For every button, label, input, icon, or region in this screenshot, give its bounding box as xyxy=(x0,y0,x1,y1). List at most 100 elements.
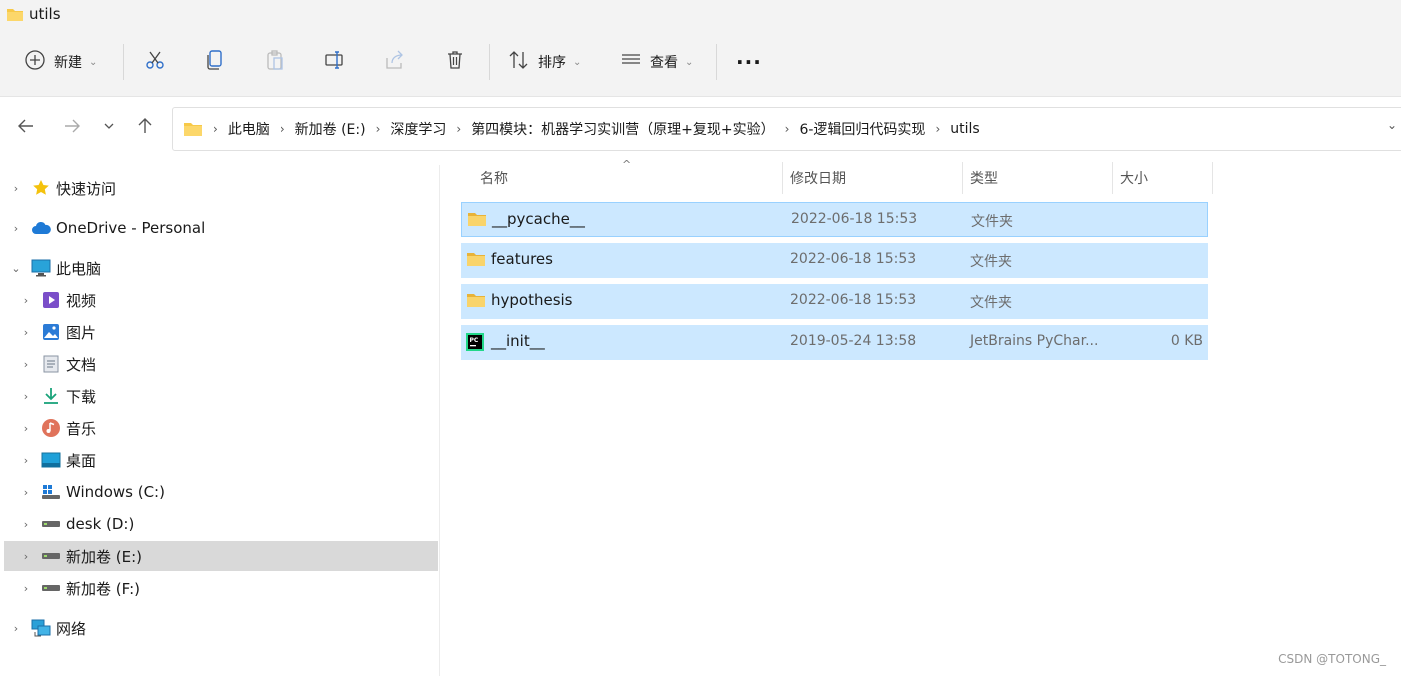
chevron-right-icon[interactable]: › xyxy=(19,581,33,595)
svg-text:PC: PC xyxy=(470,337,479,344)
chevron-right-icon[interactable]: › xyxy=(19,325,33,339)
column-header-size[interactable]: 大小 xyxy=(1120,160,1148,196)
breadcrumb-item[interactable]: 第四模块：机器学习实训营（原理+复现+实验） xyxy=(471,119,774,139)
divider xyxy=(123,44,124,80)
sidebar-item-label: Windows (C:) xyxy=(66,483,165,501)
chevron-down-icon xyxy=(103,120,115,136)
sidebar-item-label: 桌面 xyxy=(66,451,97,470)
file-row[interactable]: hypothesis 2022-06-18 15:53 文件夹 xyxy=(461,284,1208,319)
rename-button[interactable] xyxy=(324,44,346,80)
breadcrumb-item[interactable]: 6-逻辑回归代码实现 xyxy=(799,119,925,139)
download-icon xyxy=(41,386,61,406)
chevron-right-icon[interactable]: › xyxy=(9,181,23,195)
sidebar-item-downloads[interactable]: › 下载 xyxy=(4,381,438,411)
view-button[interactable]: 查看 ⌄ xyxy=(620,44,693,80)
chevron-right-icon[interactable]: › xyxy=(19,293,33,307)
chevron-right-icon[interactable]: › xyxy=(19,517,33,531)
window-title: utils xyxy=(29,5,61,23)
file-row[interactable]: features 2022-06-18 15:53 文件夹 xyxy=(461,243,1208,278)
document-icon xyxy=(41,354,61,374)
breadcrumb-separator[interactable]: › xyxy=(280,122,285,136)
address-history-dropdown[interactable]: ⌄ xyxy=(1387,118,1397,132)
column-divider[interactable] xyxy=(1112,162,1113,194)
more-options-button[interactable]: ··· xyxy=(736,44,762,80)
delete-button[interactable] xyxy=(444,44,466,80)
chevron-right-icon[interactable]: › xyxy=(19,421,33,435)
sort-button[interactable]: 排序 ⌄ xyxy=(508,44,581,80)
breadcrumb-item[interactable]: 深度学习 xyxy=(390,119,446,139)
sidebar-item-label: OneDrive - Personal xyxy=(56,219,206,237)
address-bar[interactable]: › 此电脑 › 新加卷 (E:) › 深度学习 › 第四模块：机器学习实训营（原… xyxy=(172,107,1401,151)
chevron-right-icon[interactable]: › xyxy=(19,549,33,563)
breadcrumb-item[interactable]: 新加卷 (E:) xyxy=(295,119,366,139)
chevron-right-icon[interactable]: › xyxy=(19,357,33,371)
sidebar-item-label: 下载 xyxy=(66,387,97,406)
pycharm-file-icon: PC xyxy=(466,333,484,355)
breadcrumb-separator[interactable]: › xyxy=(456,122,461,136)
column-divider[interactable] xyxy=(782,162,783,194)
chevron-right-icon[interactable]: › xyxy=(19,389,33,403)
up-button[interactable] xyxy=(133,116,157,140)
arrow-up-icon xyxy=(136,117,154,139)
file-name: features xyxy=(491,250,553,268)
share-button[interactable] xyxy=(384,44,406,80)
sidebar-item-music[interactable]: › 音乐 xyxy=(4,413,438,443)
breadcrumb-separator[interactable]: › xyxy=(935,122,940,136)
forward-button[interactable] xyxy=(60,116,84,140)
sort-icon xyxy=(508,49,530,75)
sidebar-item-documents[interactable]: › 文档 xyxy=(4,349,438,379)
sidebar-item-label: 文档 xyxy=(66,355,97,374)
new-button[interactable]: 新建 ⌄ xyxy=(24,44,97,80)
file-modified: 2022-06-18 15:53 xyxy=(791,211,918,227)
sidebar-item-pictures[interactable]: › 图片 xyxy=(4,317,438,347)
folder-icon xyxy=(467,211,487,231)
file-row[interactable]: PC __init__ 2019-05-24 13:58 JetBrains P… xyxy=(461,325,1208,360)
file-type: JetBrains PyChar... xyxy=(970,333,1099,349)
command-bar: 新建 ⌄ 排序 ⌄ 查看 ⌄ ··· xyxy=(0,30,1401,97)
sidebar-item-desktop[interactable]: › 桌面 xyxy=(4,445,438,475)
column-header-type[interactable]: 类型 xyxy=(970,160,998,196)
sidebar-item-label: 新加卷 (E:) xyxy=(66,547,143,566)
recent-locations-button[interactable] xyxy=(97,116,121,140)
paste-button[interactable] xyxy=(264,44,286,80)
breadcrumb-item-current[interactable]: utils xyxy=(950,121,979,137)
sort-button-label: 排序 xyxy=(538,55,566,71)
monitor-icon xyxy=(31,258,51,278)
sidebar-item-onedrive[interactable]: › OneDrive - Personal xyxy=(4,213,438,243)
cut-button[interactable] xyxy=(144,44,166,80)
sidebar-item-drive-e[interactable]: › 新加卷 (E:) xyxy=(4,541,438,571)
column-header-modified[interactable]: 修改日期 xyxy=(790,160,846,196)
navigation-bar: › 此电脑 › 新加卷 (E:) › 深度学习 › 第四模块：机器学习实训营（原… xyxy=(0,98,1401,158)
chevron-down-icon[interactable]: ⌄ xyxy=(9,261,23,275)
column-header-name[interactable]: 名称 xyxy=(480,160,508,196)
chevron-right-icon[interactable]: › xyxy=(19,485,33,499)
chevron-right-icon[interactable]: › xyxy=(19,453,33,467)
sidebar-item-network[interactable]: › 网络 xyxy=(4,613,438,643)
breadcrumb-item[interactable]: 此电脑 xyxy=(228,119,270,139)
file-name: __init__ xyxy=(491,332,545,350)
file-size: 0 KB xyxy=(1170,333,1203,349)
drive-icon xyxy=(41,546,61,566)
sidebar-item-this-pc[interactable]: ⌄ 此电脑 xyxy=(4,253,438,283)
copy-button[interactable] xyxy=(204,44,226,80)
breadcrumb-separator[interactable]: › xyxy=(376,122,381,136)
chevron-right-icon[interactable]: › xyxy=(9,621,23,635)
back-button[interactable] xyxy=(14,116,38,140)
clipboard-icon xyxy=(264,49,286,75)
sidebar-item-drive-f[interactable]: › 新加卷 (F:) xyxy=(4,573,438,603)
sidebar-item-drive-c[interactable]: › Windows (C:) xyxy=(4,477,438,507)
sidebar-item-videos[interactable]: › 视频 xyxy=(4,285,438,315)
chevron-down-icon: ⌄ xyxy=(685,56,694,68)
column-divider[interactable] xyxy=(1212,162,1213,194)
share-icon xyxy=(384,49,406,75)
breadcrumb-separator[interactable]: › xyxy=(785,122,790,136)
file-row[interactable]: __pycache__ 2022-06-18 15:53 文件夹 xyxy=(461,202,1208,237)
sidebar-item-quick-access[interactable]: › 快速访问 xyxy=(4,173,438,203)
sidebar-item-drive-d[interactable]: › desk (D:) xyxy=(4,509,438,539)
column-divider[interactable] xyxy=(962,162,963,194)
chevron-right-icon[interactable]: › xyxy=(9,221,23,235)
star-icon xyxy=(31,178,51,198)
picture-icon xyxy=(41,322,61,342)
folder-icon xyxy=(6,7,24,26)
network-icon xyxy=(31,618,51,638)
